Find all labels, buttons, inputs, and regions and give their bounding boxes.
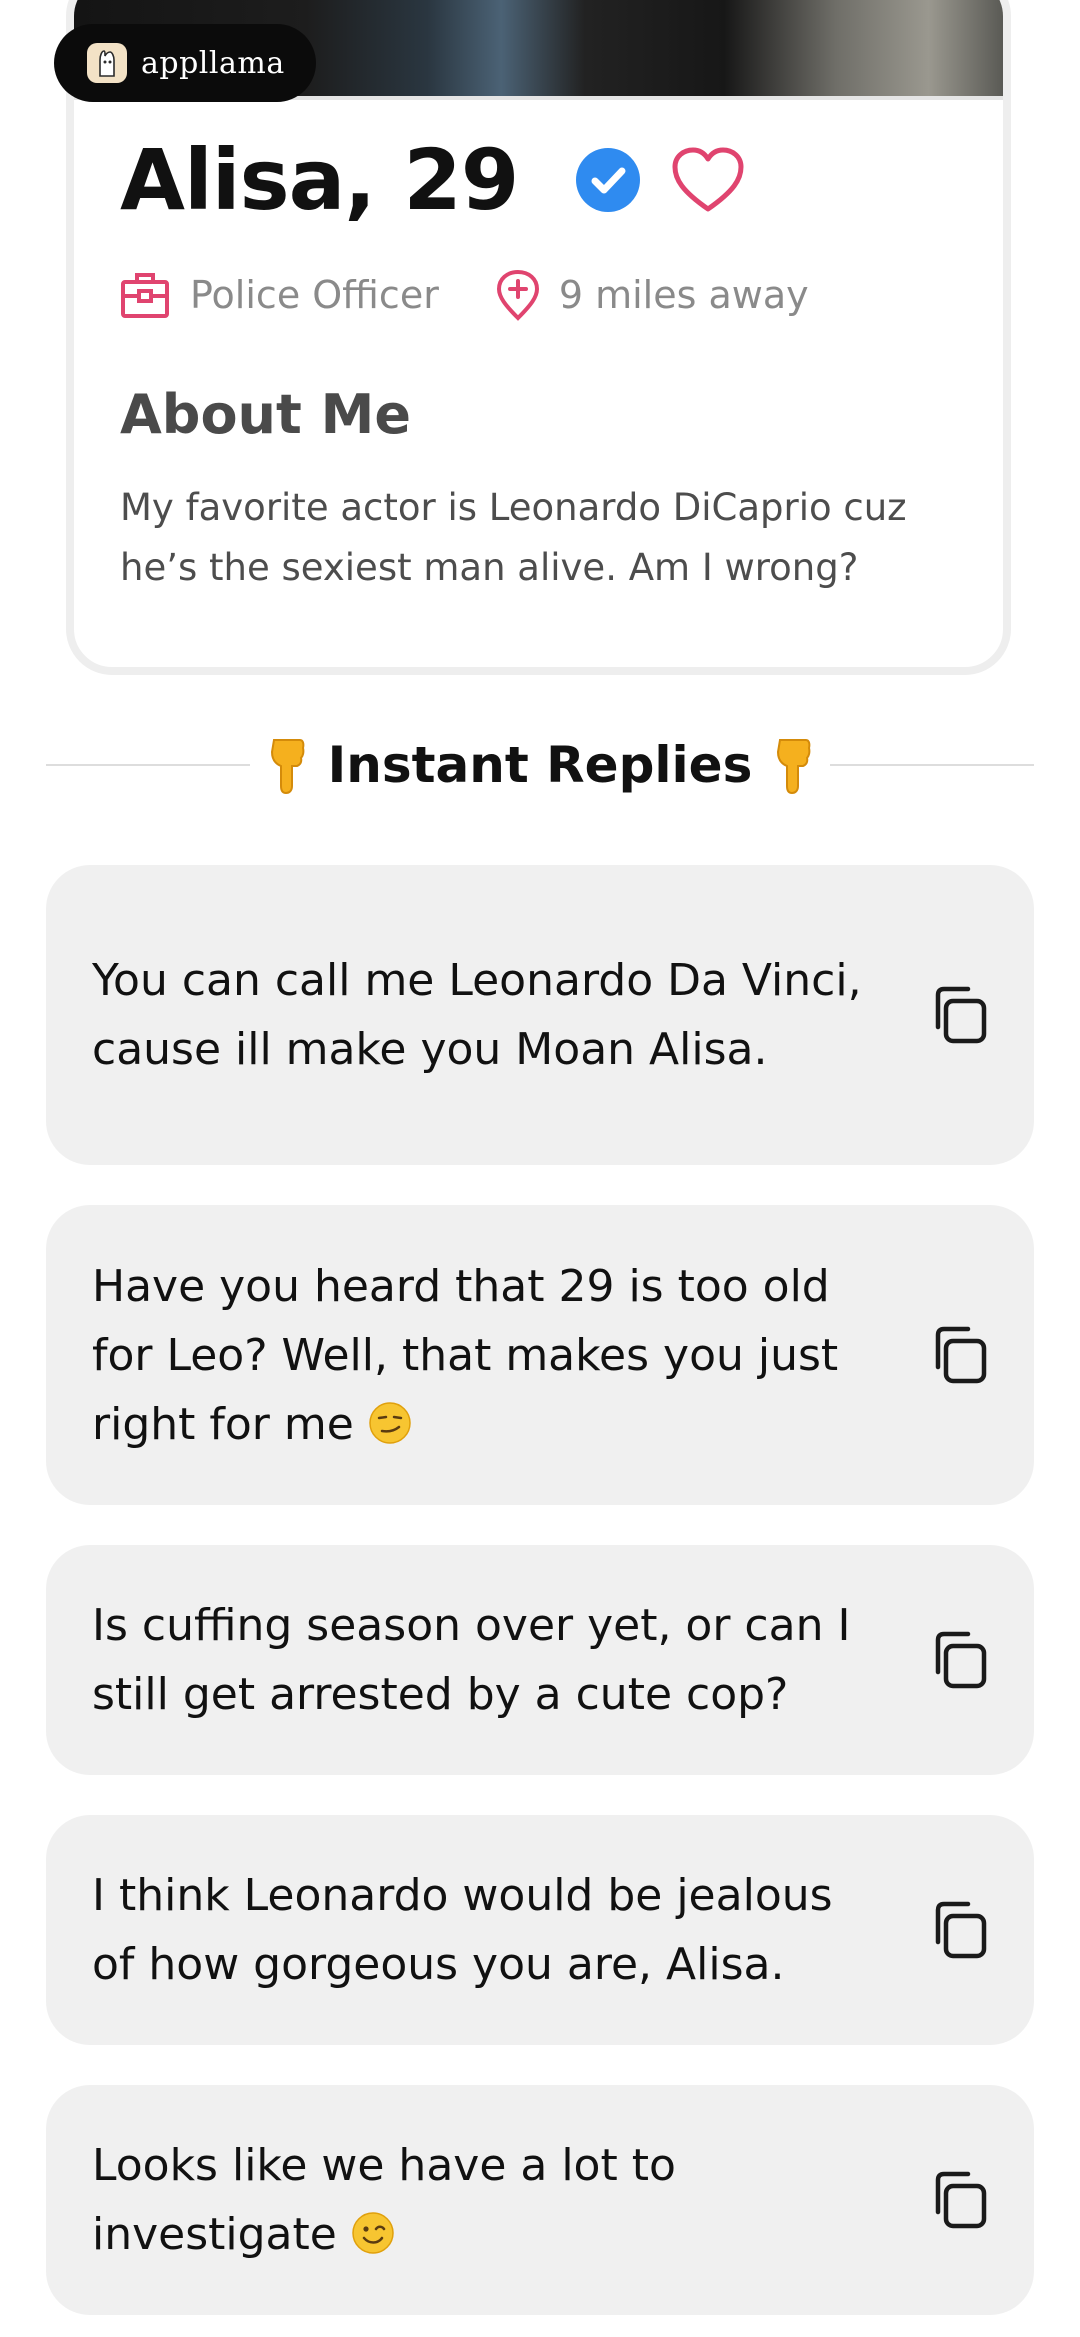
winking-face-emoji-icon bbox=[352, 2212, 394, 2254]
reply-text: Have you heard that 29 is too old for Le… bbox=[92, 1260, 839, 1450]
copy-icon[interactable] bbox=[926, 1628, 990, 1692]
reply-text: Is cuffing season over yet, or can I sti… bbox=[92, 1600, 851, 1720]
smirking-face-emoji-icon bbox=[369, 1401, 411, 1444]
copy-icon[interactable] bbox=[926, 1323, 990, 1387]
instant-replies-title: Instant Replies bbox=[327, 736, 753, 794]
copy-icon[interactable] bbox=[926, 2168, 990, 2232]
reply-text: I think Leonardo would be jealous of how… bbox=[92, 1870, 833, 1990]
reply-card[interactable]: Have you heard that 29 is too old for Le… bbox=[46, 1205, 1034, 1505]
reply-card[interactable]: I think Leonardo would be jealous of how… bbox=[46, 1815, 1034, 2045]
reply-card[interactable]: You can call me Leonardo Da Vinci, cause… bbox=[46, 865, 1034, 1165]
about-me-heading: About Me bbox=[120, 383, 411, 446]
reply-text: You can call me Leonardo Da Vinci, cause… bbox=[92, 955, 862, 1075]
job-label: Police Officer bbox=[190, 273, 439, 317]
copy-icon[interactable] bbox=[926, 1898, 990, 1962]
instant-replies-label: Instant Replies bbox=[250, 736, 831, 794]
reply-card[interactable]: Looks like we have a lot to investigate bbox=[46, 2085, 1034, 2315]
pointing-down-hand-icon bbox=[270, 739, 305, 794]
app-logo-badge: appllama bbox=[54, 24, 316, 102]
reply-card[interactable]: Is cuffing season over yet, or can I sti… bbox=[46, 1545, 1034, 1775]
app-logo-text: appllama bbox=[141, 45, 285, 81]
instant-replies-heading: Instant Replies bbox=[46, 730, 1035, 800]
profile-name-age: Alisa, 29 bbox=[120, 131, 519, 229]
name-row: Alisa, 29 bbox=[120, 100, 744, 260]
briefcase-icon bbox=[121, 273, 169, 318]
divider-left bbox=[46, 764, 250, 766]
location-pin-icon bbox=[496, 269, 539, 321]
profile-meta-row: Police Officer 9 miles away bbox=[120, 260, 809, 330]
llama-logo-icon bbox=[87, 43, 127, 83]
reply-text: Looks like we have a lot to investigate bbox=[92, 2140, 676, 2260]
about-me-text: My favorite actor is Leonardo DiCaprio c… bbox=[120, 486, 907, 589]
pointing-down-hand-icon bbox=[777, 739, 811, 794]
copy-icon[interactable] bbox=[926, 983, 990, 1047]
like-heart-icon[interactable] bbox=[672, 147, 744, 213]
divider-right bbox=[830, 764, 1035, 766]
verified-badge-icon bbox=[576, 148, 641, 212]
distance-label: 9 miles away bbox=[558, 273, 809, 317]
